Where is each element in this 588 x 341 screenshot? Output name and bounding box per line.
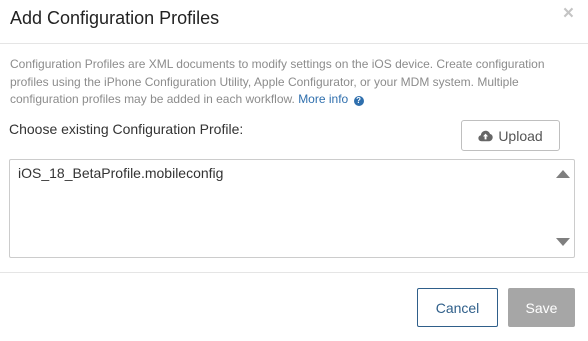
more-info-link[interactable]: More info ? xyxy=(298,92,364,106)
choose-profile-label: Choose existing Configuration Profile: xyxy=(9,121,244,137)
scroll-up-arrow-icon[interactable] xyxy=(556,170,570,178)
dialog-body: Configuration Profiles are XML documents… xyxy=(0,45,588,273)
cancel-button[interactable]: Cancel xyxy=(417,288,498,327)
upload-label: Upload xyxy=(498,127,543,144)
more-info-label: More info xyxy=(298,92,349,106)
description-text: Configuration Profiles are XML documents… xyxy=(10,57,545,106)
close-icon[interactable]: × xyxy=(563,4,574,23)
upload-button[interactable]: Upload xyxy=(461,120,560,151)
description: Configuration Profiles are XML documents… xyxy=(10,56,555,109)
question-circle-icon: ? xyxy=(353,96,364,106)
cloud-upload-icon xyxy=(478,130,494,142)
dialog-title: Add Configuration Profiles xyxy=(10,8,220,28)
add-configuration-profiles-dialog: Add Configuration Profiles × Configurati… xyxy=(0,0,588,341)
save-button[interactable]: Save xyxy=(508,288,575,327)
scroll-down-arrow-icon[interactable] xyxy=(556,238,570,246)
profile-listbox[interactable]: iOS_18_BetaProfile.mobileconfig xyxy=(9,159,575,258)
dialog-header: Add Configuration Profiles × xyxy=(0,0,588,44)
dialog-footer: Cancel Save xyxy=(0,274,588,341)
list-item[interactable]: iOS_18_BetaProfile.mobileconfig xyxy=(18,165,223,181)
